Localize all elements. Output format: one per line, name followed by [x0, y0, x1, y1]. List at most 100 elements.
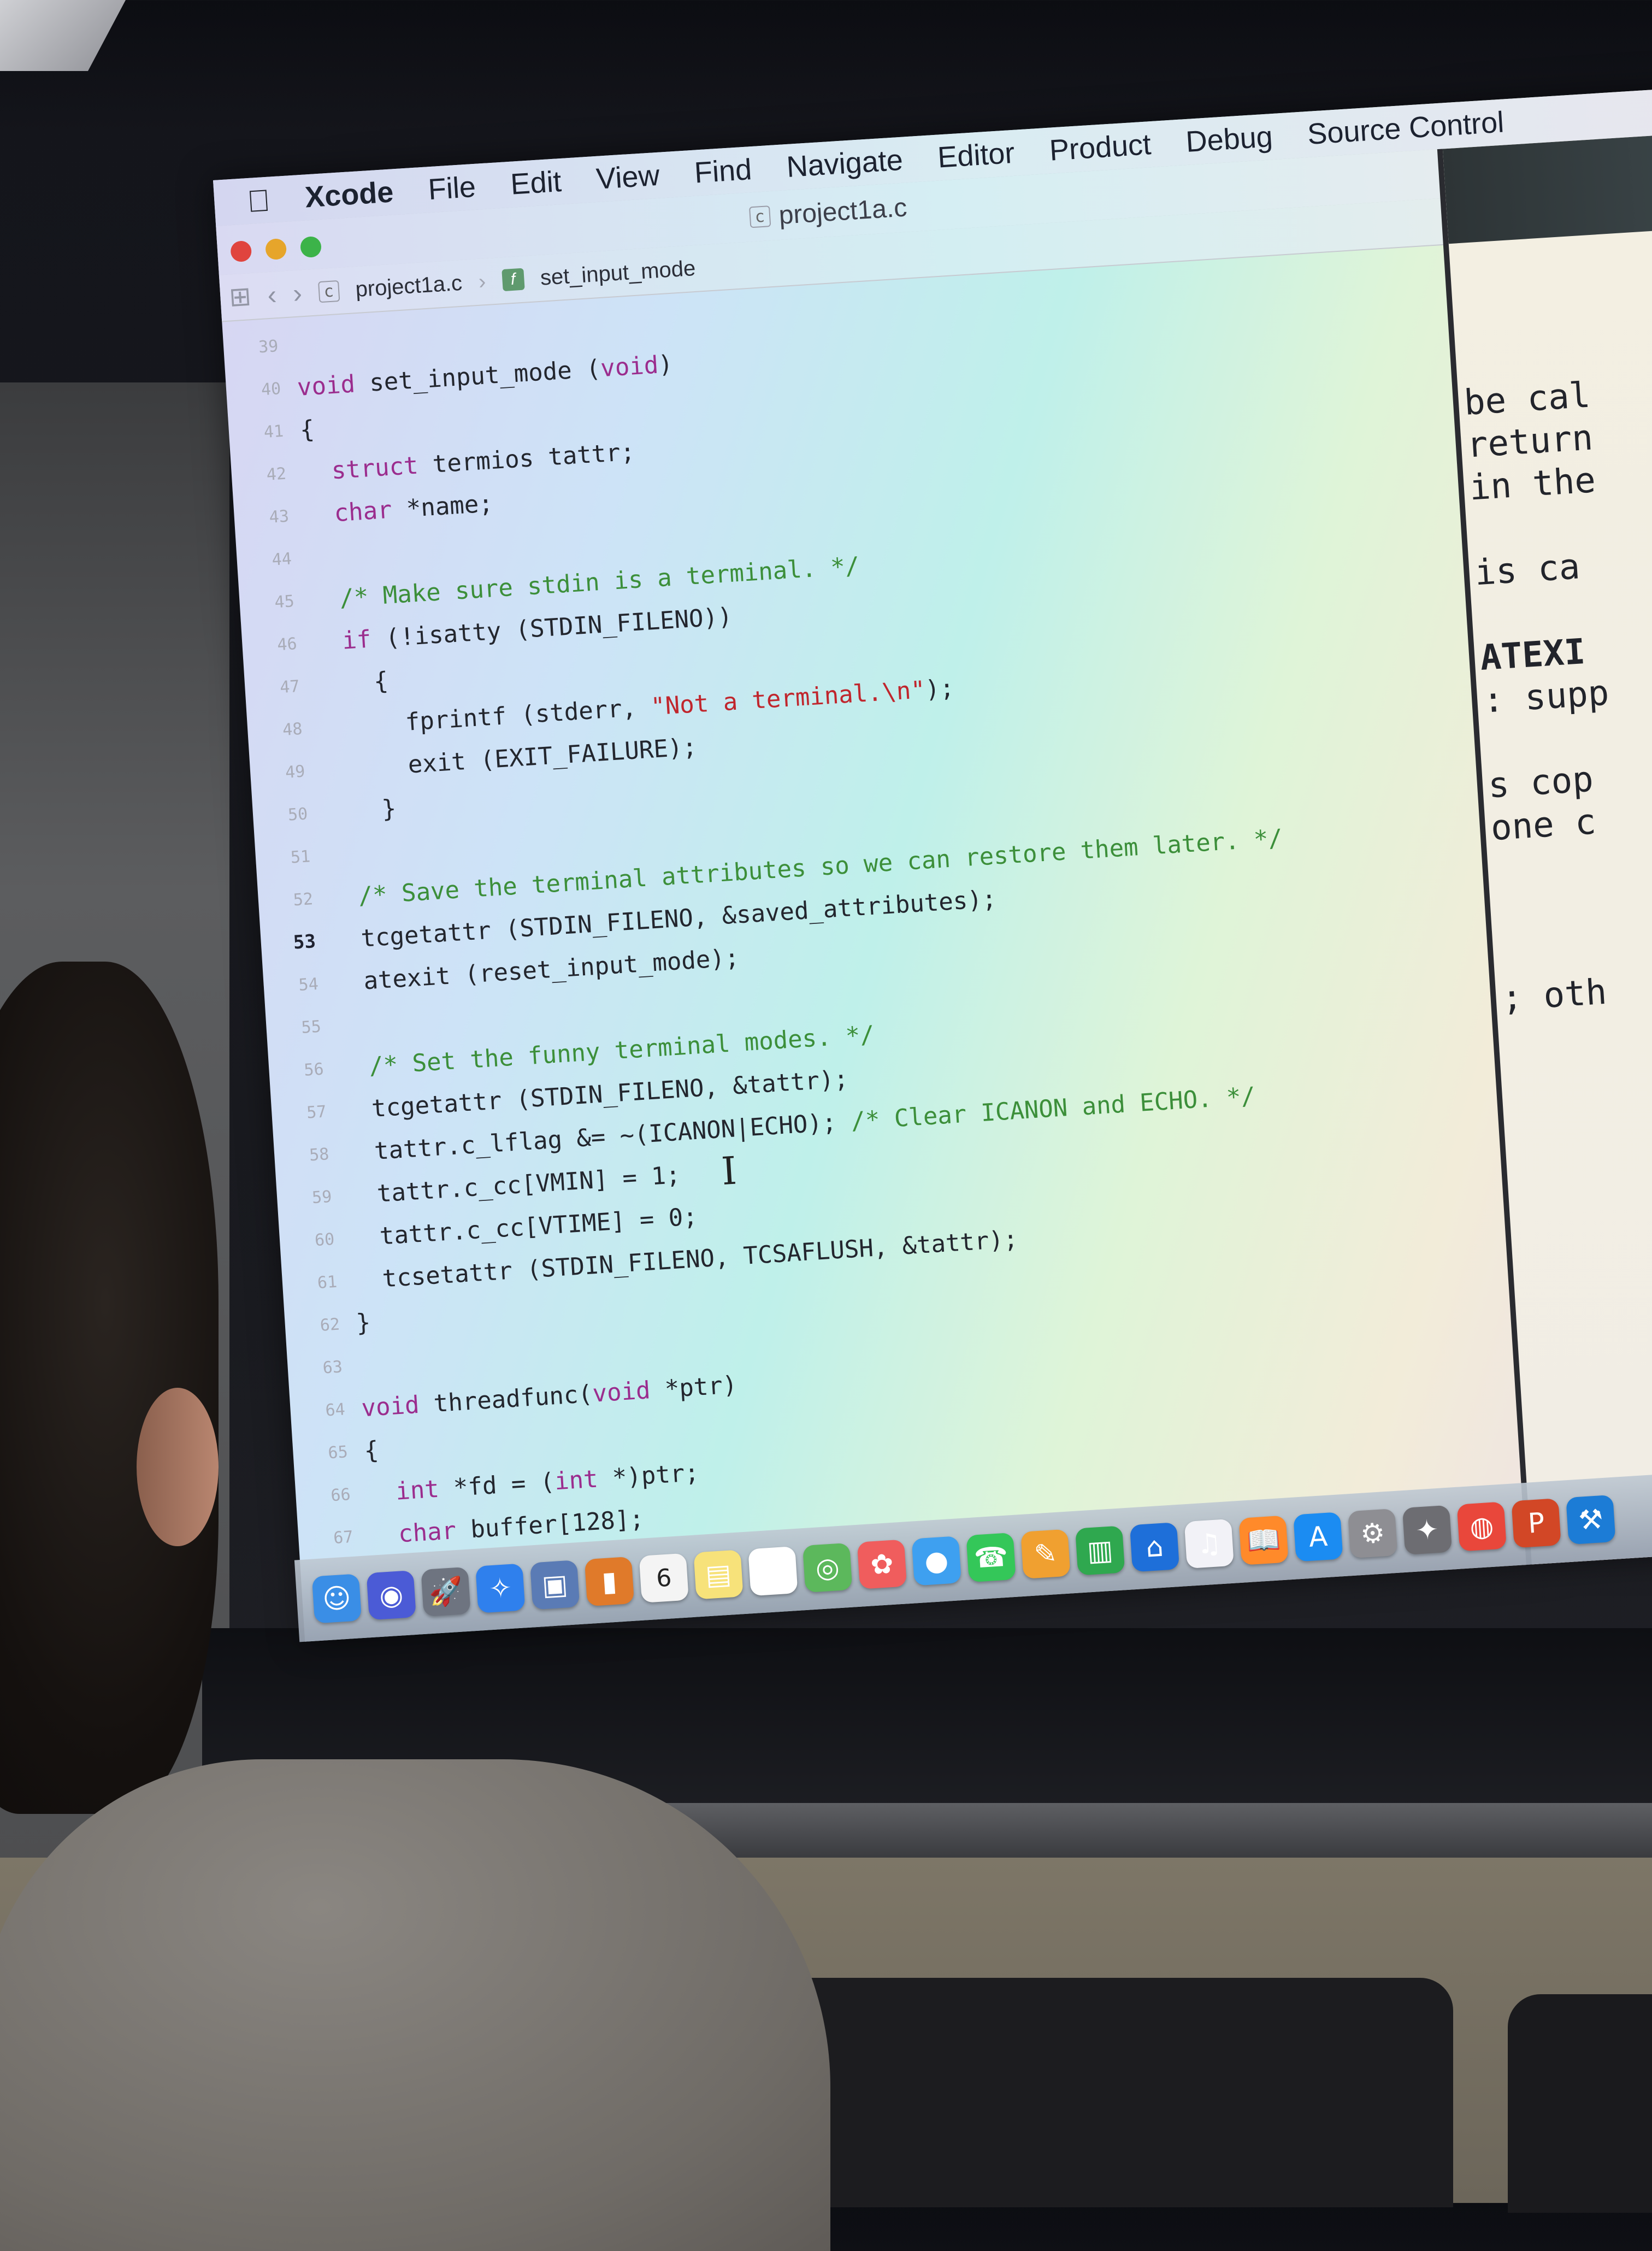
line-number: 45 [274, 591, 295, 612]
photo-booth-icon[interactable]: ▣ [530, 1560, 580, 1610]
keyword-token: char [397, 1516, 457, 1548]
code-line[interactable]: 44 [236, 540, 309, 580]
code-text: } [355, 1308, 371, 1337]
menu-product[interactable]: Product [1048, 127, 1152, 168]
photos-icon[interactable]: ✿ [857, 1539, 907, 1589]
line-number: 47 [279, 676, 300, 697]
menu-debug[interactable]: Debug [1185, 120, 1274, 159]
documentation-text: be cal [1462, 375, 1592, 423]
c-file-icon: c [748, 205, 771, 228]
menu-source-control[interactable]: Source Control [1306, 105, 1505, 151]
line-number: 49 [285, 762, 306, 782]
string-literal: "Not a terminal.\n" [650, 675, 927, 721]
line-number: 39 [258, 336, 279, 357]
line-number: 42 [266, 464, 287, 485]
maps-icon[interactable]: ◎ [803, 1542, 853, 1593]
documentation-text: : supp [1482, 673, 1610, 721]
line-number: 50 [287, 804, 309, 825]
chrome-icon[interactable]: ◍ [1456, 1501, 1507, 1552]
code-text: fprintf (stderr, "Not a terminal.\n"); [317, 674, 955, 742]
code-text: /* Make sure stdin is a terminal. */ [310, 552, 860, 614]
browser-tab-strip [1442, 133, 1652, 244]
instruments-icon[interactable]: ✦ [1402, 1505, 1453, 1555]
numbers-icon[interactable]: ▥ [1075, 1525, 1125, 1576]
text-cursor-icon: I [720, 1148, 738, 1194]
keyword-token: void [361, 1390, 421, 1422]
code-line[interactable]: 62} [284, 1305, 371, 1345]
messages-icon[interactable]: ● [911, 1536, 961, 1586]
keynote-icon[interactable]: ⌂ [1129, 1522, 1180, 1572]
menu-app-name[interactable]: Xcode [304, 175, 394, 214]
line-number: 57 [306, 1101, 327, 1123]
documentation-text: ; oth [1500, 971, 1608, 1019]
menu-find[interactable]: Find [693, 152, 753, 190]
code-editor[interactable]: 39 40 void set_input_mode (void) 41 {42 stru… [222, 244, 1526, 1642]
keyword-token: int [553, 1465, 599, 1495]
line-number: 56 [303, 1059, 324, 1080]
menu-file[interactable]: File [427, 170, 477, 207]
jumpbar-function[interactable]: set_input_mode [540, 256, 697, 290]
apple-menu-icon[interactable]:  [246, 182, 272, 219]
siri-icon[interactable]: ◉ [366, 1570, 416, 1621]
app-store-icon[interactable]: A [1293, 1512, 1343, 1562]
function-icon: f [501, 268, 525, 292]
code-line[interactable]: 41 { [228, 411, 315, 452]
forward-chevron-icon[interactable]: › [292, 277, 303, 309]
menu-editor[interactable]: Editor [936, 136, 1016, 175]
itunes-icon[interactable]: ♫ [1184, 1518, 1234, 1569]
keyword-token: void [599, 351, 659, 382]
notes-icon[interactable]: ▤ [693, 1549, 744, 1600]
code-line[interactable]: 43 char *name; [233, 486, 494, 537]
keyword-token: if [341, 625, 372, 655]
menu-navigate[interactable]: Navigate [786, 143, 904, 184]
code-line[interactable]: 63 [287, 1348, 360, 1388]
launchpad-icon[interactable]: 🚀 [421, 1566, 471, 1617]
person-ear [137, 1388, 219, 1546]
line-number: 59 [311, 1187, 333, 1207]
code-text: { [315, 667, 390, 699]
code-line[interactable]: 55 [266, 1008, 339, 1047]
safari-icon[interactable]: ✧ [475, 1563, 526, 1613]
line-number: 55 [300, 1017, 322, 1038]
code-text: struct termios tattr; [331, 438, 636, 485]
finder-icon[interactable]: ☺ [311, 1574, 362, 1624]
reminders-icon[interactable]: ☰ [748, 1546, 798, 1596]
documentation-text: return [1465, 417, 1595, 466]
line-number: 62 [319, 1315, 341, 1335]
line-number: 54 [298, 974, 319, 995]
facetime-icon[interactable]: ☎ [966, 1532, 1016, 1583]
projected-screen:  Xcode File Edit View Find Navigate Edi… [213, 85, 1652, 1642]
line-number: 67 [333, 1527, 354, 1548]
xcode-icon[interactable]: ⚒ [1566, 1494, 1616, 1545]
books-icon[interactable]: ▮ [584, 1556, 635, 1607]
code-line[interactable]: 50 } [252, 791, 397, 834]
keyword-token: struct [331, 451, 420, 485]
menu-view[interactable]: View [595, 158, 661, 196]
powerpoint-icon[interactable]: P [1511, 1498, 1561, 1548]
documentation-text: in the [1468, 460, 1597, 509]
related-items-icon[interactable]: ⊞ [228, 281, 252, 313]
code-comment: /* Clear ICANON and ECHO. */ [850, 1082, 1256, 1135]
ibooks-icon[interactable]: 📖 [1238, 1515, 1289, 1565]
menu-edit[interactable]: Edit [510, 164, 563, 202]
code-line[interactable]: 39 [222, 327, 296, 367]
jumpbar-file[interactable]: project1a.c [355, 270, 463, 302]
ceiling-light [0, 0, 126, 71]
line-number: 46 [276, 634, 298, 655]
code-text: int *fd = (int *)ptr; [394, 1458, 700, 1506]
line-number: 60 [314, 1229, 335, 1250]
line-number: 64 [324, 1399, 346, 1420]
pages-icon[interactable]: ✎ [1020, 1529, 1071, 1579]
person-shoulder [0, 1759, 830, 2251]
code-text: void threadfunc(void *ptr) [361, 1370, 738, 1422]
documentation-text: s cop [1486, 759, 1595, 806]
code-line[interactable]: 51 [255, 838, 328, 877]
code-text: { [363, 1436, 380, 1465]
back-chevron-icon[interactable]: ‹ [267, 279, 278, 311]
code-line[interactable]: 65 { [292, 1433, 380, 1473]
system-preferences-icon[interactable]: ⚙ [1348, 1508, 1398, 1559]
calendar-icon[interactable]: 6 [639, 1553, 689, 1603]
code-text: { [299, 415, 316, 444]
code-line[interactable]: 47 { [244, 663, 390, 707]
person-head [0, 962, 219, 1814]
